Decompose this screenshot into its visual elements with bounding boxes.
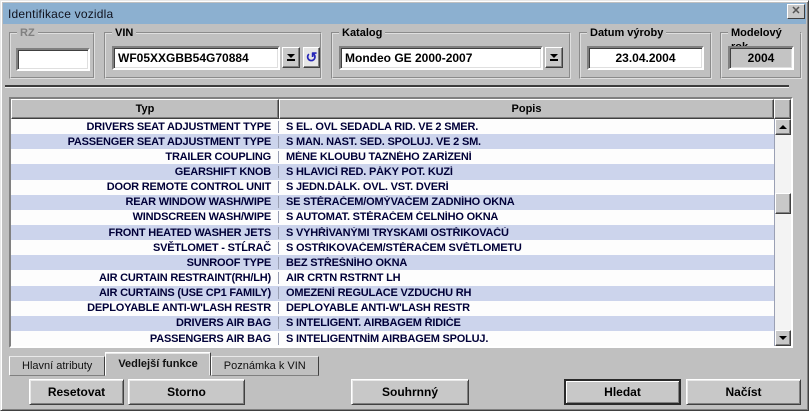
cell-popis: SE STĚRAČEM/OMÝVAČEM ZADNÍHO OKNA: [279, 196, 774, 208]
table-row[interactable]: DEPLOYABLE ANTI-W'LASH RESTR DEPLOYABLE …: [11, 301, 774, 316]
table-row[interactable]: DOOR REMOTE CONTROL UNIT S JEDN.DÁLK. OV…: [11, 180, 774, 195]
dropdown-arrow-icon: [550, 54, 558, 58]
cell-typ: WINDSCREEN WASH/WIPE: [11, 211, 279, 223]
cell-popis: S MAN. NAST. SED. SPOLUJ. VE 2 SM.: [279, 136, 774, 148]
column-header-popis[interactable]: Popis: [279, 99, 774, 119]
header-corner: [774, 99, 791, 119]
separator-line: [5, 85, 789, 88]
table-row[interactable]: DRIVERS SEAT ADJUSTMENT TYPE S EL. OVL S…: [11, 119, 774, 134]
reset-button[interactable]: Resetovat: [29, 379, 124, 405]
cell-typ: PASSENGERS AIR BAG: [11, 333, 279, 345]
rz-group: RZ: [9, 32, 95, 79]
load-button[interactable]: Načíst: [686, 379, 801, 405]
cell-popis: S AUTOMAT. STĚRAČEM ČELNÍHO OKNA: [279, 211, 774, 223]
cell-typ: TRAILER COUPLING: [11, 151, 279, 163]
vehicle-identification-dialog: Identifikace vozidla ✕ RZ VIN ↺ Katalog: [0, 0, 809, 411]
production-date-label: Datum výroby: [587, 26, 666, 40]
katalog-label: Katalog: [339, 26, 385, 40]
table-row[interactable]: DRIVERS AIR BAG S INTELIGENT. AIRBAGEM Ř…: [11, 316, 774, 331]
table-row[interactable]: GEARSHIFT KNOB S HLAVICÍ RED. PÁKY POT. …: [11, 164, 774, 179]
production-date-input[interactable]: [589, 48, 702, 68]
vin-refresh-button[interactable]: ↺: [303, 47, 320, 68]
vin-label: VIN: [112, 26, 136, 40]
vertical-scrollbar[interactable]: [774, 119, 791, 346]
cell-popis: AIR CRTN RSTRNT LH: [279, 272, 774, 284]
table-row[interactable]: FRONT HEATED WASHER JETS S VYHŘÍVANÝMI T…: [11, 225, 774, 240]
cell-typ: DRIVERS AIR BAG: [11, 317, 279, 329]
summary-button[interactable]: Souhrnný: [351, 379, 469, 405]
cell-popis: DEPLOYABLE ANTI-W'LASH RESTR: [279, 302, 774, 314]
cancel-button[interactable]: Storno: [128, 379, 245, 405]
cell-popis: S EL. OVL SEDADLA RID. VE 2 SMER.: [279, 121, 774, 133]
tab-hlavn-atributy[interactable]: Hlavní atributy: [9, 356, 105, 376]
cell-typ: GEARSHIFT KNOB: [11, 166, 279, 178]
scroll-up-icon: [779, 125, 787, 129]
titlebar[interactable]: Identifikace vozidla: [3, 3, 806, 24]
model-year-value: 2004: [728, 46, 794, 70]
close-button[interactable]: ✕: [787, 4, 805, 19]
scroll-down-button[interactable]: [775, 330, 791, 346]
close-icon: ✕: [791, 6, 800, 17]
cell-popis: S HLAVICÍ RED. PÁKY POT. KUZÍ: [279, 166, 774, 178]
table-row[interactable]: AIR CURTAINS (USE CP1 FAMILY) OMEZENÍ RE…: [11, 286, 774, 301]
table-header: Typ Popis: [11, 99, 791, 119]
cell-typ: SVĚTLOMET - STĹRAČ: [11, 242, 279, 254]
table-row[interactable]: PASSENGER SEAT ADJUSTMENT TYPE S MAN. NA…: [11, 134, 774, 149]
rz-label: RZ: [17, 26, 38, 40]
cell-typ: DOOR REMOTE CONTROL UNIT: [11, 181, 279, 193]
scroll-up-button[interactable]: [775, 119, 791, 135]
cell-typ: SUNROOF TYPE: [11, 257, 279, 269]
cell-typ: REAR WINDOW WASH/WIPE: [11, 196, 279, 208]
production-date-group: Datum výroby: [579, 32, 712, 79]
cell-typ: DEPLOYABLE ANTI-W'LASH RESTR: [11, 302, 279, 314]
table-row[interactable]: WINDSCREEN WASH/WIPE S AUTOMAT. STĚRAČEM…: [11, 210, 774, 225]
refresh-icon: ↺: [306, 49, 318, 66]
cell-popis: S INTELIGENT. AIRBAGEM ŘIDIČE: [279, 317, 774, 329]
cell-popis: S JEDN.DÁLK. OVL. VST. DVERÍ: [279, 181, 774, 193]
dropdown-underline-icon: [550, 59, 558, 61]
scrollbar-track[interactable]: [775, 214, 791, 330]
cell-popis: S VYHŘÍVANÝMI TRYSKAMI OSTŘIKOVAČŮ: [279, 227, 774, 239]
cell-popis: S INTELIGENTNÍM AIRBAGEM SPOLUJ.: [279, 333, 774, 345]
search-button[interactable]: Hledat: [564, 379, 681, 405]
table-rows: DRIVERS SEAT ADJUSTMENT TYPE S EL. OVL S…: [11, 119, 774, 346]
tab-vedlej-funkce[interactable]: Vedlejší funkce: [105, 352, 210, 376]
vin-input[interactable]: [114, 48, 278, 68]
rz-input[interactable]: [18, 50, 88, 69]
katalog-input[interactable]: [341, 48, 541, 68]
dropdown-arrow-icon: [287, 54, 295, 58]
table-row[interactable]: AIR CURTAIN RESTRAINT(RH/LH) AIR CRTN RS…: [11, 270, 774, 285]
cell-typ: AIR CURTAIN RESTRAINT(RH/LH): [11, 272, 279, 284]
scrollbar-thumb[interactable]: [775, 193, 791, 214]
scroll-down-icon: [779, 336, 787, 340]
cell-popis: S OSTŘIKOVAČEM/STĚRAČEM SVĚTLOMETU: [279, 242, 774, 254]
katalog-dropdown-button[interactable]: [545, 47, 563, 68]
tab-strip: Hlavní atributy Vedlejší funkce Poznámka…: [9, 352, 319, 376]
cell-popis: OMEZENÍ REGULACE VZDUCHU RH: [279, 287, 774, 299]
table-row[interactable]: REAR WINDOW WASH/WIPE SE STĚRAČEM/OMÝVAČ…: [11, 195, 774, 210]
dropdown-underline-icon: [287, 59, 295, 61]
vin-group: VIN ↺: [104, 32, 322, 79]
cell-popis: MÉNE KLOUBU TAZNÉHO ZARÍZENÍ: [279, 151, 774, 163]
cell-typ: FRONT HEATED WASHER JETS: [11, 227, 279, 239]
tab-pozn-mka-k-vin[interactable]: Poznámka k VIN: [211, 356, 319, 376]
cell-popis: BEZ STŘEŠNÍHO OKNA: [279, 257, 774, 269]
vin-dropdown-button[interactable]: [282, 47, 300, 68]
model-year-group: Modelový rok 2004: [720, 32, 802, 79]
window-title: Identifikace vozidla: [8, 7, 113, 21]
table-row[interactable]: PASSENGERS AIR BAG S INTELIGENTNÍM AIRBA…: [11, 331, 774, 346]
table-row[interactable]: TRAILER COUPLING MÉNE KLOUBU TAZNÉHO ZAR…: [11, 149, 774, 164]
cell-typ: PASSENGER SEAT ADJUSTMENT TYPE: [11, 136, 279, 148]
cell-typ: AIR CURTAINS (USE CP1 FAMILY): [11, 287, 279, 299]
column-header-typ[interactable]: Typ: [11, 99, 279, 119]
attributes-table: Typ Popis DRIVERS SEAT ADJUSTMENT TYPE S…: [9, 97, 793, 348]
table-row[interactable]: SUNROOF TYPE BEZ STŘEŠNÍHO OKNA: [11, 255, 774, 270]
katalog-group: Katalog: [331, 32, 571, 79]
table-row[interactable]: SVĚTLOMET - STĹRAČ S OSTŘIKOVAČEM/STĚRAČ…: [11, 240, 774, 255]
cell-typ: DRIVERS SEAT ADJUSTMENT TYPE: [11, 121, 279, 133]
